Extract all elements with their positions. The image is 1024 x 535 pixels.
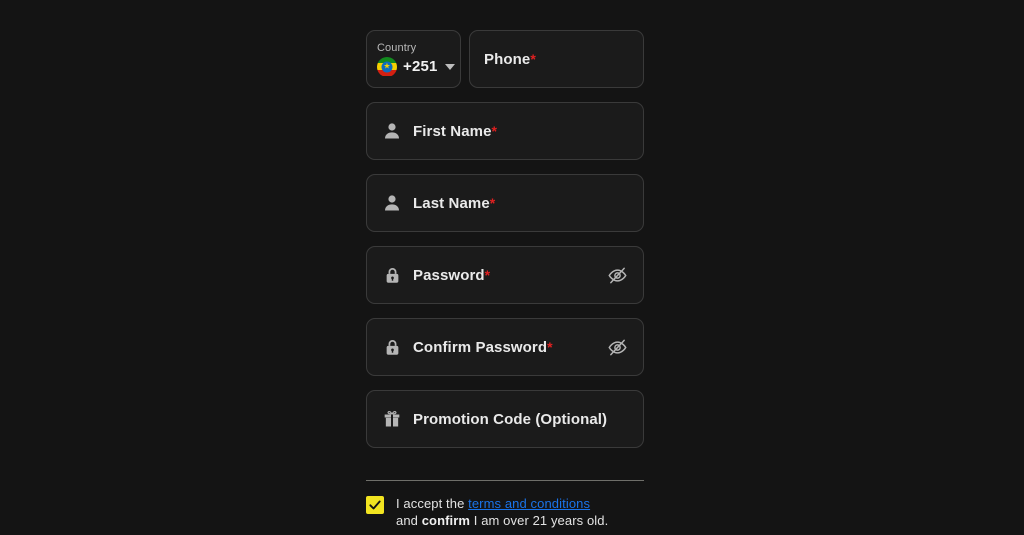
required-asterisk: *: [484, 266, 491, 283]
confirm-password-placeholder: Confirm Password*: [413, 338, 553, 356]
terms-line2-prefix: and: [396, 513, 422, 528]
first-name-input[interactable]: First Name*: [366, 102, 644, 160]
eye-off-icon[interactable]: [605, 263, 629, 287]
last-name-placeholder: Last Name*: [413, 194, 496, 212]
last-name-input[interactable]: Last Name*: [366, 174, 644, 232]
signup-form: Country ★ +251 Phone* First Name* Last N…: [366, 30, 644, 529]
ethiopia-flag-icon: ★: [377, 56, 397, 77]
required-asterisk: *: [491, 122, 498, 139]
lock-icon: [381, 264, 403, 286]
promotion-code-input[interactable]: Promotion Code (Optional): [366, 390, 644, 448]
signup-screen: Country ★ +251 Phone* First Name* Last N…: [0, 0, 1024, 535]
country-value: ★ +251: [377, 56, 455, 77]
first-name-placeholder: First Name*: [413, 122, 498, 140]
divider: [366, 480, 644, 481]
country-label: Country: [377, 41, 417, 54]
terms-text: I accept the terms and conditions and co…: [396, 495, 608, 529]
promotion-code-placeholder: Promotion Code (Optional): [413, 410, 608, 428]
terms-confirm-word: confirm: [421, 513, 471, 528]
required-asterisk: *: [489, 194, 496, 211]
chevron-down-icon: [444, 63, 455, 70]
password-input[interactable]: Password*: [366, 246, 644, 304]
person-icon: [381, 192, 403, 214]
confirm-password-input[interactable]: Confirm Password*: [366, 318, 644, 376]
phone-row: Country ★ +251 Phone*: [366, 30, 644, 88]
terms-checkbox[interactable]: [366, 496, 384, 514]
password-placeholder: Password*: [413, 266, 491, 284]
phone-placeholder: Phone*: [484, 50, 536, 68]
country-dial-code: +251: [403, 58, 438, 75]
required-asterisk: *: [547, 338, 553, 355]
terms-line2-suffix: I am over 21 years old.: [470, 513, 609, 528]
gift-icon: [381, 408, 403, 430]
terms-and-conditions-link[interactable]: terms and conditions: [468, 496, 590, 511]
country-select[interactable]: Country ★ +251: [366, 30, 461, 88]
person-icon: [381, 120, 403, 142]
lock-icon: [381, 336, 403, 358]
phone-input[interactable]: Phone*: [469, 30, 644, 88]
eye-off-icon[interactable]: [605, 335, 629, 359]
terms-line1-prefix: I accept the: [396, 496, 469, 511]
required-asterisk: *: [530, 50, 536, 67]
terms-acceptance-row: I accept the terms and conditions and co…: [366, 495, 644, 529]
checkmark-icon: [369, 500, 381, 510]
